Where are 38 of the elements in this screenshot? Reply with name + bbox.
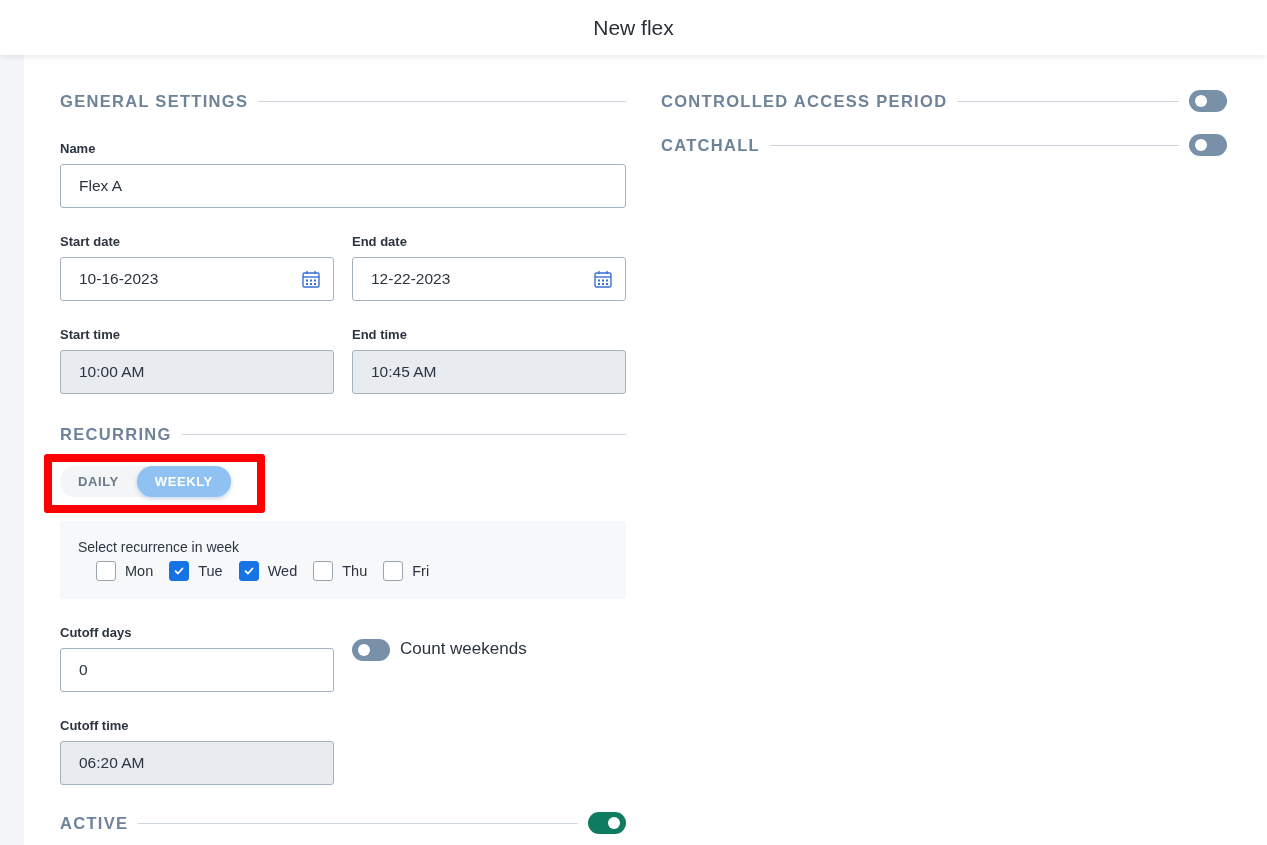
day-label: Thu: [342, 563, 368, 579]
page-title: New flex: [593, 15, 674, 40]
checkbox[interactable]: [169, 561, 190, 581]
field-label: Cutoff time: [60, 718, 130, 733]
checkmark-icon: [173, 565, 186, 577]
field-label: Cutoff days: [60, 625, 133, 640]
section-heading: CONTROLLED ACCESS PERIOD: [661, 91, 948, 111]
date-field[interactable]: 10-16-2023: [60, 257, 334, 301]
field-label: Start time: [60, 327, 121, 342]
field-label: Start date: [60, 234, 121, 249]
section-heading: RECURRING: [60, 424, 172, 444]
toggle-label: Count weekends: [400, 639, 527, 659]
recurrence-option[interactable]: DAILY: [60, 466, 137, 497]
checkbox[interactable]: [96, 561, 116, 581]
section-heading: CATCHALL: [661, 135, 760, 155]
day-label: Mon: [125, 563, 154, 579]
checkmark-icon: [242, 565, 255, 577]
field-label: End time: [352, 327, 408, 342]
date-field[interactable]: 12-22-2023: [352, 257, 626, 301]
field-label: End date: [352, 234, 408, 249]
day-label: Tue: [198, 563, 223, 579]
section-heading: GENERAL SETTINGS: [60, 91, 249, 111]
toggle-switch[interactable]: [352, 639, 390, 661]
checkbox[interactable]: [383, 561, 404, 581]
checkbox[interactable]: [238, 561, 259, 581]
checkbox[interactable]: [313, 561, 334, 581]
toggle-switch[interactable]: [1189, 134, 1227, 156]
day-label: Fri: [412, 563, 430, 579]
calendar-icon[interactable]: [593, 269, 613, 289]
field-label: Name: [60, 141, 97, 156]
day-label: Wed: [267, 563, 298, 579]
input-field[interactable]: 0: [60, 648, 334, 692]
toggle-switch[interactable]: [1189, 90, 1227, 112]
calendar-icon[interactable]: [301, 269, 321, 289]
section-heading: ACTIVE: [60, 813, 129, 833]
toggle-switch[interactable]: [588, 812, 626, 834]
week-prompt: Select recurrence in week: [78, 539, 241, 555]
input-field[interactable]: Flex A: [60, 164, 626, 208]
